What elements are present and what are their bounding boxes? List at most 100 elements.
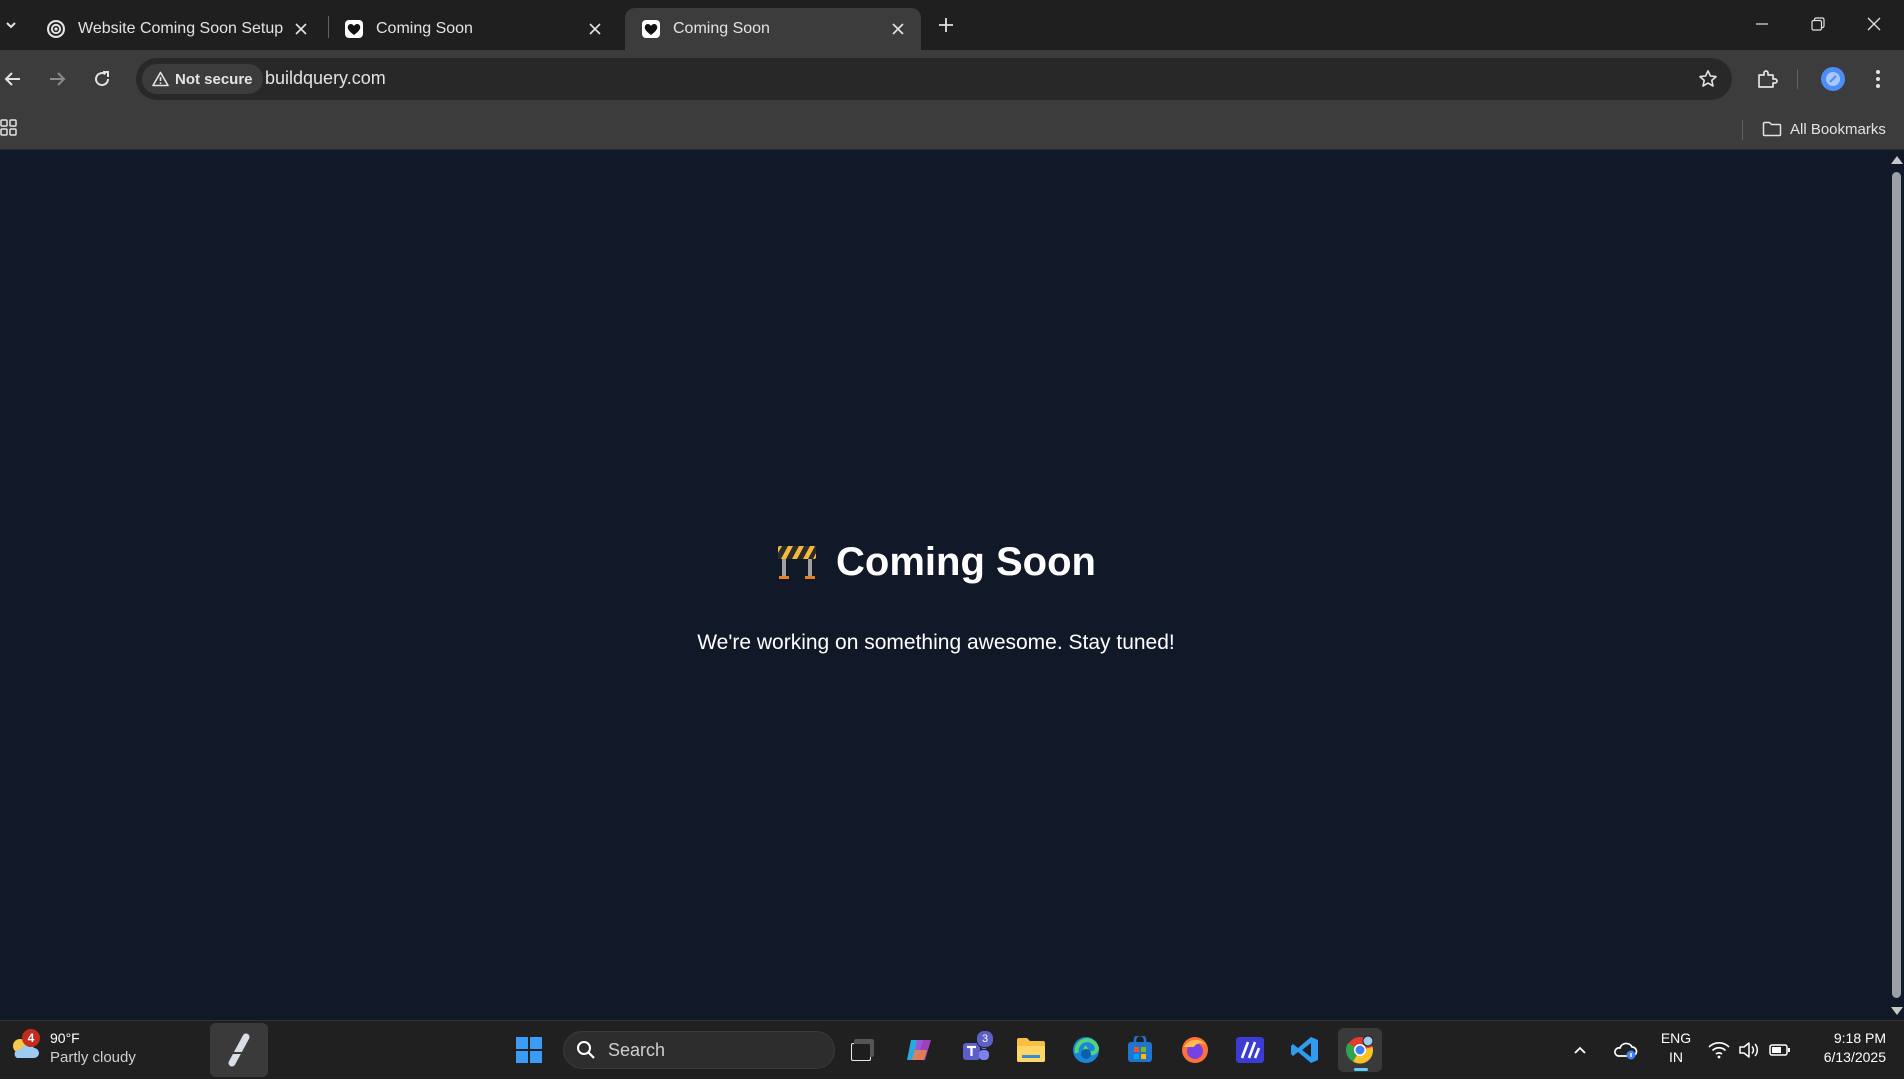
tab-coming-soon-active[interactable]: Coming Soon (625, 8, 921, 50)
openai-icon (46, 19, 66, 39)
bookmarks-divider (1742, 120, 1743, 140)
task-view-button[interactable] (841, 1028, 885, 1072)
start-button[interactable] (507, 1028, 551, 1072)
star-icon (1699, 70, 1717, 87)
restore-icon (1811, 17, 1825, 31)
tab-website-coming-soon-setup[interactable]: Website Coming Soon Setup (30, 8, 324, 50)
coming-soon-hero: Coming Soon We're working on something a… (0, 540, 1872, 655)
bookmarks-bar: All Bookmarks (0, 108, 1904, 150)
weather-description: Partly cloudy (50, 1049, 136, 1066)
bookmark-star-button[interactable] (1696, 67, 1720, 91)
taskbar-app-editor[interactable] (1228, 1028, 1272, 1072)
minimize-icon (1756, 23, 1768, 25)
page-viewport: Coming Soon We're working on something a… (0, 150, 1888, 1020)
url-text[interactable]: buildquery.com (265, 68, 386, 89)
speaker-icon (1739, 1042, 1759, 1058)
teams-notification-badge: 3 (976, 1030, 994, 1048)
folder-icon (1762, 121, 1782, 137)
page-title: Coming Soon (836, 540, 1096, 584)
taskbar-app-store[interactable] (1118, 1028, 1162, 1072)
warning-icon (152, 71, 169, 87)
scroll-down-arrow-icon[interactable] (1891, 1007, 1903, 1015)
reload-button[interactable] (86, 63, 118, 95)
battery-icon (1769, 1044, 1790, 1056)
store-icon (1128, 1036, 1152, 1062)
search-placeholder: Search (608, 1039, 666, 1060)
tab-search-button[interactable] (0, 10, 22, 40)
heart-icon (344, 19, 364, 39)
scrollbar-thumb[interactable] (1892, 172, 1901, 998)
title-row: Coming Soon (0, 540, 1872, 585)
tab-title: Coming Soon (673, 20, 770, 37)
battery-button[interactable] (1769, 1029, 1791, 1071)
firefox-icon (1182, 1037, 1208, 1063)
folder-icon (1017, 1038, 1045, 1062)
onedrive-tray-button[interactable] (1612, 1029, 1638, 1071)
tab-title: Coming Soon (376, 20, 473, 37)
language-code: ENG (1660, 1030, 1692, 1046)
vertical-scrollbar[interactable] (1888, 150, 1904, 1020)
extensions-button[interactable] (1751, 63, 1783, 95)
scroll-up-arrow-icon[interactable] (1891, 156, 1903, 164)
browser-toolbar: Not secure buildquery.com (0, 50, 1904, 108)
arrow-right-icon (50, 72, 66, 86)
kebab-menu-icon (1876, 70, 1880, 88)
weather-widget[interactable]: 4 90°F Partly cloudy (8, 1029, 136, 1067)
wifi-icon (1708, 1041, 1730, 1059)
taskbar-app-firefox[interactable] (1173, 1028, 1217, 1072)
tab-coming-soon-1[interactable]: Coming Soon (328, 8, 618, 50)
apps-grid-icon[interactable] (0, 118, 20, 138)
pen-app-icon (228, 1033, 250, 1067)
arrow-left-icon (4, 72, 20, 86)
clock-time: 9:18 PM (1833, 1030, 1886, 1046)
show-hidden-icons-button[interactable] (1572, 1029, 1588, 1071)
taskbar-app-teams[interactable]: 3 (954, 1028, 998, 1072)
chrome-menu-button[interactable] (1862, 63, 1894, 95)
windows-logo-icon (516, 1037, 542, 1063)
search-icon (577, 1041, 595, 1059)
weather-text: 90°F Partly cloudy (50, 1029, 136, 1067)
code-editor-icon (1236, 1037, 1264, 1063)
back-button[interactable] (0, 63, 29, 95)
heart-icon (641, 19, 661, 39)
taskbar-app-vscode[interactable] (1283, 1028, 1327, 1072)
task-view-icon (851, 1039, 874, 1061)
taskbar-app-edge[interactable] (1064, 1028, 1108, 1072)
restore-button[interactable] (1790, 0, 1846, 48)
chevron-down-icon (6, 22, 16, 29)
profile-button[interactable] (1817, 63, 1849, 95)
close-icon[interactable] (290, 18, 312, 40)
windows-taskbar: 4 90°F Partly cloudy Search 3 ENG IN 9:1… (0, 1020, 1904, 1079)
puzzle-icon (1758, 70, 1778, 88)
taskbar-app-notes[interactable] (210, 1023, 268, 1077)
active-app-indicator (1354, 1068, 1368, 1071)
weather-temperature: 90°F (50, 1030, 80, 1046)
address-bar[interactable]: Not secure buildquery.com (136, 58, 1732, 100)
language-indicator[interactable]: ENG IN (1658, 1029, 1694, 1067)
forward-button[interactable] (41, 63, 73, 95)
construction-icon (776, 541, 818, 584)
edge-icon (1073, 1037, 1100, 1063)
chrome-icon (1345, 1035, 1374, 1064)
close-icon[interactable] (584, 18, 606, 40)
reload-icon (95, 71, 110, 87)
vscode-icon (1291, 1037, 1318, 1063)
network-status-button[interactable] (1708, 1029, 1730, 1071)
new-tab-button[interactable] (931, 12, 961, 38)
system-clock[interactable]: 9:18 PM 6/13/2025 (1806, 1029, 1886, 1067)
all-bookmarks-button[interactable]: All Bookmarks (1762, 116, 1886, 142)
taskbar-app-file-explorer[interactable] (1009, 1028, 1053, 1072)
tab-strip: Website Coming Soon Setup Coming Soon Co… (0, 0, 1904, 50)
minimize-button[interactable] (1734, 0, 1790, 48)
language-region: IN (1669, 1049, 1683, 1065)
plus-icon (939, 18, 953, 32)
taskbar-app-copilot[interactable] (898, 1028, 942, 1072)
taskbar-search[interactable]: Search (563, 1031, 835, 1069)
chevron-up-icon (1574, 1046, 1586, 1054)
close-icon[interactable] (887, 18, 909, 40)
site-info-button[interactable]: Not secure (142, 64, 263, 94)
close-window-button[interactable] (1846, 0, 1902, 48)
partly-cloudy-icon: 4 (8, 1029, 42, 1065)
taskbar-app-chrome[interactable] (1338, 1028, 1382, 1072)
volume-button[interactable] (1738, 1029, 1760, 1071)
